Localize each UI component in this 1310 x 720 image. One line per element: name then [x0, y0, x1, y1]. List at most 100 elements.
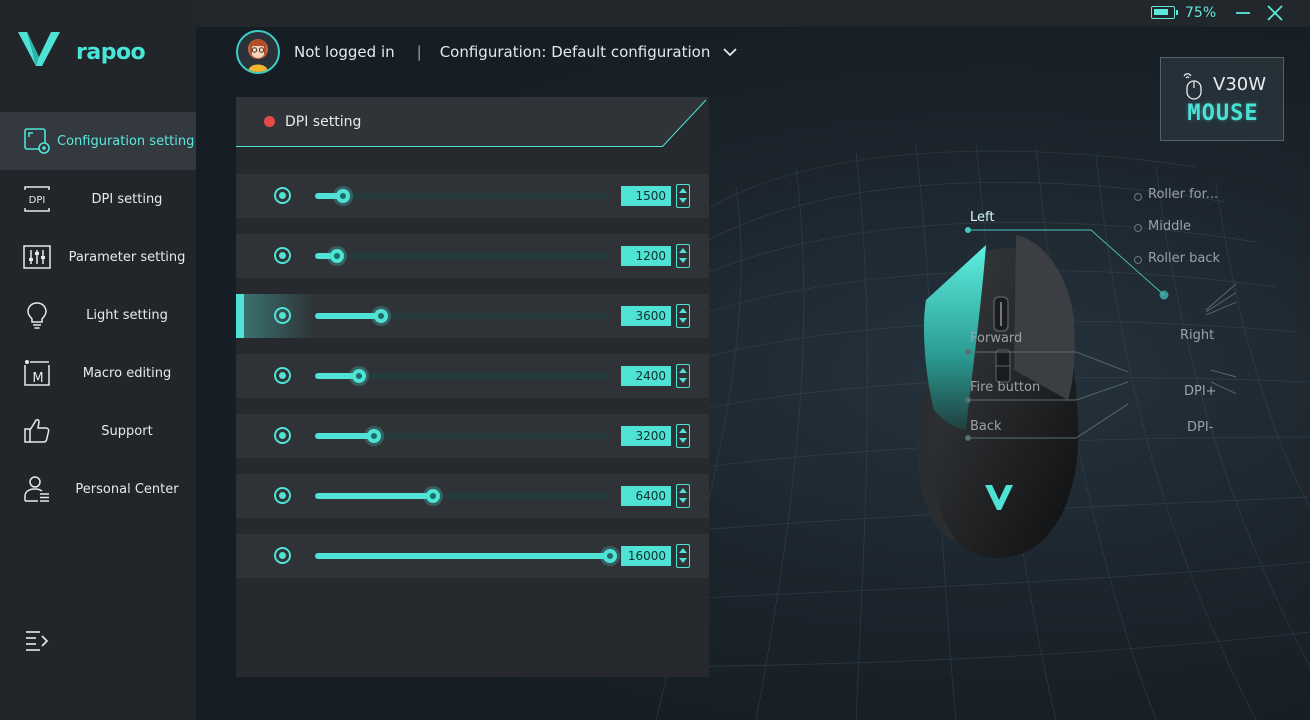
decrement-icon[interactable]	[677, 196, 689, 207]
sidebar: rapoo Configuration setting DPI DPI sett…	[0, 0, 196, 720]
increment-icon[interactable]	[677, 185, 689, 196]
sidebar-item-label: DPI setting	[91, 191, 163, 207]
minimize-icon[interactable]	[1233, 3, 1253, 23]
dpi-level-row[interactable]: 3600	[236, 294, 709, 338]
dpi-slider-handle[interactable]	[426, 489, 440, 503]
dpi-stepper[interactable]	[676, 184, 690, 208]
dpi-stepper[interactable]	[676, 544, 690, 568]
dpi-level-row[interactable]: 6400	[236, 474, 709, 518]
decrement-icon[interactable]	[677, 496, 689, 507]
status-dot	[264, 116, 275, 127]
battery-percent: 75%	[1185, 5, 1217, 21]
increment-icon[interactable]	[677, 545, 689, 556]
dpi-slider-handle[interactable]	[603, 549, 617, 563]
roller-markers	[1133, 192, 1143, 265]
dpi-slider-handle[interactable]	[367, 429, 381, 443]
dpi-slider-handle[interactable]	[335, 189, 350, 203]
dpi-level-radio[interactable]	[274, 307, 291, 324]
dpi-slider[interactable]	[315, 249, 610, 263]
dpi-level-row[interactable]: 16000	[236, 534, 709, 578]
sidebar-item-macro[interactable]: M Macro editing	[0, 344, 196, 402]
dpi-slider-fill	[315, 313, 382, 319]
mouse-button-forward[interactable]: Forward	[970, 331, 1022, 346]
mouse-button-roller-back[interactable]: Roller back	[1148, 251, 1220, 266]
dpi-stepper[interactable]	[676, 484, 690, 508]
dpi-slider-handle[interactable]	[374, 309, 389, 323]
dpi-slider-fill	[315, 433, 374, 439]
dpi-stepper[interactable]	[676, 304, 690, 328]
user-header: Not logged in | Configuration: Default c…	[236, 30, 738, 74]
dpi-slider-fill	[315, 553, 610, 559]
sidebar-item-label: Parameter setting	[68, 249, 186, 265]
dpi-value-input[interactable]: 3200	[621, 426, 671, 446]
dpi-slider[interactable]	[315, 489, 610, 503]
dpi-slider-handle[interactable]	[330, 249, 345, 263]
mouse-button-roller-forward[interactable]: Roller for...	[1148, 187, 1218, 202]
dpi-slider[interactable]	[315, 189, 610, 203]
mouse-button-left[interactable]: Left	[970, 210, 994, 225]
dpi-level-row[interactable]: 1200	[236, 234, 709, 278]
increment-icon[interactable]	[677, 485, 689, 496]
sidebar-item-configuration[interactable]: Configuration setting	[0, 112, 196, 170]
dpi-stepper[interactable]	[676, 424, 690, 448]
dpi-stepper[interactable]	[676, 244, 690, 268]
dpi-slider[interactable]	[315, 549, 617, 563]
configuration-select[interactable]: Configuration: Default configuration	[440, 43, 711, 61]
chevron-down-icon[interactable]	[722, 44, 738, 60]
dpi-slider[interactable]	[315, 429, 610, 443]
menu-collapse-icon[interactable]	[24, 628, 52, 654]
sidebar-item-personal-center[interactable]: Personal Center	[0, 460, 196, 518]
increment-icon[interactable]	[677, 365, 689, 376]
decrement-icon[interactable]	[677, 436, 689, 447]
dpi-slider-handle[interactable]	[352, 369, 367, 383]
dpi-value-input[interactable]: 1200	[621, 246, 671, 266]
panel-header: DPI setting	[236, 97, 709, 147]
device-type: MOUSE	[1187, 101, 1259, 126]
avatar-icon	[248, 39, 268, 72]
dpi-slider[interactable]	[315, 309, 610, 323]
mouse-button-dpi-minus[interactable]: DPI-	[1187, 420, 1213, 435]
dpi-value-input[interactable]: 6400	[621, 486, 671, 506]
macro-icon: M	[24, 360, 50, 386]
avatar[interactable]	[236, 30, 280, 74]
dpi-level-row[interactable]: 1500	[236, 174, 709, 218]
decrement-icon[interactable]	[677, 316, 689, 327]
dpi-value-input[interactable]: 3600	[621, 306, 671, 326]
dpi-level-radio[interactable]	[274, 487, 291, 504]
decrement-icon[interactable]	[677, 256, 689, 267]
sliders-icon	[23, 245, 51, 269]
sidebar-item-light[interactable]: Light setting	[0, 286, 196, 344]
title-bar: 75%	[196, 0, 1310, 27]
config-icon	[24, 128, 50, 154]
dpi-level-row[interactable]: 2400	[236, 354, 709, 398]
sidebar-item-dpi[interactable]: DPI DPI setting	[0, 170, 196, 228]
rapoo-logo-icon	[18, 32, 60, 66]
increment-icon[interactable]	[677, 425, 689, 436]
bulb-icon	[27, 302, 47, 329]
dpi-level-radio[interactable]	[274, 547, 291, 564]
close-icon[interactable]	[1265, 3, 1285, 23]
dpi-stepper[interactable]	[676, 364, 690, 388]
mouse-button-middle[interactable]: Middle	[1148, 219, 1191, 234]
dpi-level-radio[interactable]	[274, 427, 291, 444]
dpi-level-row[interactable]: 3200	[236, 414, 709, 458]
sidebar-nav: Configuration setting DPI DPI setting Pa…	[0, 112, 196, 518]
dpi-level-radio[interactable]	[274, 187, 291, 204]
mouse-button-right[interactable]: Right	[1180, 328, 1214, 343]
sidebar-item-support[interactable]: Support	[0, 402, 196, 460]
decrement-icon[interactable]	[677, 556, 689, 567]
dpi-value-input[interactable]: 16000	[621, 546, 671, 566]
decrement-icon[interactable]	[677, 376, 689, 387]
dpi-slider[interactable]	[315, 369, 610, 383]
dpi-value-input[interactable]: 1500	[621, 186, 671, 206]
sidebar-item-parameter[interactable]: Parameter setting	[0, 228, 196, 286]
mouse-button-dpi-plus[interactable]: DPI+	[1184, 384, 1217, 399]
mouse-button-fire[interactable]: Fire button	[970, 380, 1040, 395]
dpi-level-radio[interactable]	[274, 367, 291, 384]
dpi-level-radio[interactable]	[274, 247, 291, 264]
mouse-button-back[interactable]: Back	[970, 419, 1002, 434]
user-status[interactable]: Not logged in	[294, 43, 395, 61]
dpi-value-input[interactable]: 2400	[621, 366, 671, 386]
increment-icon[interactable]	[677, 245, 689, 256]
increment-icon[interactable]	[677, 305, 689, 316]
